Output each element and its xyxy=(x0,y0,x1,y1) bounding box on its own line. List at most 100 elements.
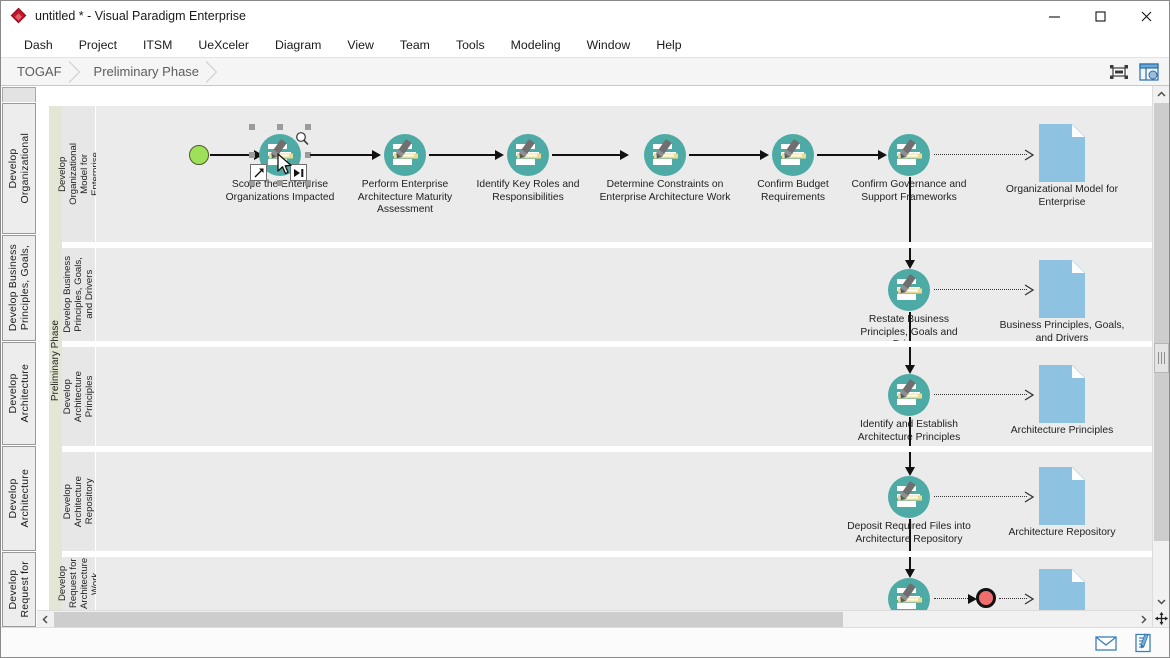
breadcrumb-item-togaf[interactable]: TOGAF xyxy=(7,58,80,86)
menu-item-modeling[interactable]: Modeling xyxy=(498,35,574,55)
sequence-flow[interactable] xyxy=(552,154,624,156)
scroll-down-arrow-icon[interactable] xyxy=(1153,593,1169,610)
selection-handle[interactable] xyxy=(249,124,255,130)
scroll-left-arrow-icon[interactable] xyxy=(37,611,54,627)
lane-develop-request-for-architecture-work[interactable]: Develop Request for Architecture Work xyxy=(57,551,1152,627)
horizontal-scroll-thumb[interactable] xyxy=(54,612,843,627)
horizontal-scrollbar[interactable] xyxy=(37,610,1152,627)
selection-handle[interactable] xyxy=(277,124,283,130)
create-connector-icon[interactable] xyxy=(250,164,267,181)
scroll-right-arrow-icon[interactable] xyxy=(1135,611,1152,627)
horizontal-scroll-track[interactable] xyxy=(54,611,1135,627)
end-event-circle xyxy=(976,588,996,608)
start-event[interactable] xyxy=(189,145,209,165)
task-restate-business-principles-goals-and-drivers[interactable]: Restate Business Principles, Goals and D… xyxy=(860,268,958,350)
task-confirm-governance-and-support-frameworks[interactable]: Confirm Governance and Support Framework… xyxy=(851,133,967,203)
task-icon xyxy=(771,133,815,177)
lane-header[interactable]: Develop Business Principles, Goals, and … xyxy=(62,248,96,341)
breadcrumb-item-preliminary-phase[interactable]: Preliminary Phase xyxy=(84,58,217,86)
task-identify-and-establish-architecture-principles[interactable]: Identify and Establish Architecture Prin… xyxy=(858,373,960,443)
mail-icon[interactable] xyxy=(1095,633,1117,653)
menu-item-team[interactable]: Team xyxy=(387,35,443,55)
menu-item-window[interactable]: Window xyxy=(574,35,644,55)
selection-handle[interactable] xyxy=(305,124,311,130)
vertical-scroll-track[interactable] xyxy=(1153,103,1169,593)
task-icon xyxy=(887,268,931,312)
menu-item-view[interactable]: View xyxy=(334,35,386,55)
sequence-flow[interactable] xyxy=(817,154,882,156)
note-edit-icon[interactable] xyxy=(1133,632,1155,653)
menu-item-dash[interactable]: Dash xyxy=(11,35,66,55)
menu-item-tools[interactable]: Tools xyxy=(443,35,498,55)
menu-item-help[interactable]: Help xyxy=(643,35,694,55)
lane-header[interactable]: Develop Organizational Model for Enterpr… xyxy=(57,106,101,242)
data-association[interactable] xyxy=(934,394,1027,395)
scroll-up-arrow-icon[interactable] xyxy=(1153,86,1169,103)
data-association[interactable] xyxy=(934,154,1027,155)
sequence-flow[interactable] xyxy=(909,177,911,242)
task-perform-enterprise-architecture-maturity-assessment[interactable]: Perform Enterprise Architecture Maturity… xyxy=(358,133,452,215)
sidebar-tab-develop-request-for-architecture-work[interactable]: Develop Request for xyxy=(2,551,36,627)
lane-header[interactable]: Develop Architecture Principles xyxy=(62,347,96,446)
end-event[interactable] xyxy=(976,588,996,608)
task-confirm-budget-requirements[interactable]: Confirm Budget Requirements xyxy=(757,133,829,203)
lane-header[interactable]: Develop Request for Architecture Work xyxy=(57,557,101,610)
lane-develop-business-principles-goals-drivers[interactable]: Develop Business Principles, Goals, and … xyxy=(62,242,1152,350)
sidebar-tab-develop-architecture-principles[interactable]: Develop Architecture xyxy=(2,341,36,445)
maximize-button[interactable] xyxy=(1077,1,1123,32)
lane-develop-architecture-repository[interactable]: Develop Architecture Repository Deposit … xyxy=(62,446,1152,557)
data-association[interactable] xyxy=(934,496,1027,497)
lane-body[interactable]: Deposit Required Files into Architecture… xyxy=(96,452,1152,557)
fit-to-window-icon[interactable] xyxy=(1107,60,1131,84)
pool-preliminary-phase[interactable]: Preliminary Phase Develop Organizational… xyxy=(49,106,1152,627)
diagram-canvas[interactable]: Preliminary Phase Develop Organizational… xyxy=(37,86,1152,627)
task-determine-constraints-on-enterprise-architecture-work[interactable]: Determine Constraints on Enterprise Arch… xyxy=(600,133,730,203)
menu-item-itsm[interactable]: ITSM xyxy=(130,35,185,55)
diagram-overview-icon[interactable] xyxy=(1137,60,1161,84)
sequence-flow[interactable] xyxy=(689,154,764,156)
selection-handle[interactable] xyxy=(249,152,255,158)
sequence-flow[interactable] xyxy=(310,154,376,156)
sidebar-tab-develop-business-principles[interactable]: Develop Business Principles, Goals, xyxy=(2,235,36,341)
sidebar-tab-label: Develop Business Principles, Goals, xyxy=(7,244,31,332)
task-deposit-required-files-into-architecture-repository[interactable]: Deposit Required Files into Architecture… xyxy=(847,475,971,545)
vertical-scroll-thumb[interactable] xyxy=(1154,103,1169,541)
data-object-business-principles-goals-and-drivers[interactable]: Business Principles, Goals, and Drivers xyxy=(1000,259,1124,344)
lane-body[interactable] xyxy=(96,557,1152,627)
lane-header[interactable]: Develop Architecture Repository xyxy=(62,452,96,551)
association-arrowhead xyxy=(1024,592,1035,610)
vertical-scrollbar[interactable] xyxy=(1152,86,1169,627)
association-arrowhead xyxy=(1024,490,1035,508)
data-object-architecture-principles[interactable]: Architecture Principles xyxy=(1011,364,1113,436)
data-object-organizational-model-for-enterprise[interactable]: Organizational Model for Enterprise xyxy=(1006,123,1118,208)
task-identify-key-roles-and-responsibilities[interactable]: Identify Key Roles and Responsibilities xyxy=(476,133,580,203)
lane-develop-organizational-model[interactable]: Develop Organizational Model for Enterpr… xyxy=(57,106,1152,242)
menu-item-project[interactable]: Project xyxy=(66,35,130,55)
vertical-scroll-grip[interactable] xyxy=(1154,343,1169,373)
selection-handle[interactable] xyxy=(277,180,283,186)
magnifier-icon[interactable] xyxy=(294,131,310,147)
minimize-button[interactable] xyxy=(1031,1,1077,32)
menu-item-uexceler[interactable]: UeXceler xyxy=(185,35,262,55)
lane-body[interactable]: Scope the Enterprise Organizations Impac… xyxy=(96,106,1152,242)
data-object-architecture-repository[interactable]: Architecture Repository xyxy=(1008,466,1116,538)
sequence-flow[interactable] xyxy=(429,154,499,156)
diagram-canvas-container[interactable]: Preliminary Phase Develop Organizational… xyxy=(37,86,1152,627)
sequence-flow[interactable] xyxy=(934,598,972,599)
task-icon xyxy=(887,373,931,417)
data-association[interactable] xyxy=(934,289,1027,290)
menu-item-diagram[interactable]: Diagram xyxy=(262,35,334,55)
lane-develop-architecture-principles[interactable]: Develop Architecture Principles Identify… xyxy=(62,341,1152,452)
task-scope-the-enterprise-organizations-impacted[interactable]: Scope the Enterprise Organizations Impac… xyxy=(226,124,334,203)
tab-strip-top-handle[interactable] xyxy=(2,87,36,103)
pan-move-icon[interactable] xyxy=(1153,610,1169,627)
flow-arrowhead xyxy=(372,150,381,160)
visual-paradigm-diamond-logo-icon xyxy=(10,7,27,24)
close-button[interactable] xyxy=(1123,1,1169,32)
data-association[interactable] xyxy=(999,598,1027,599)
sidebar-tab-develop-architecture-repository[interactable]: Develop Architecture xyxy=(2,445,36,551)
lane-body[interactable]: Identify and Establish Architecture Prin… xyxy=(96,347,1152,452)
sidebar-tab-develop-organizational[interactable]: Develop Organizational xyxy=(2,103,36,235)
sequence-flow[interactable] xyxy=(909,347,911,367)
lane-body[interactable]: Restate Business Principles, Goals and D… xyxy=(96,248,1152,350)
